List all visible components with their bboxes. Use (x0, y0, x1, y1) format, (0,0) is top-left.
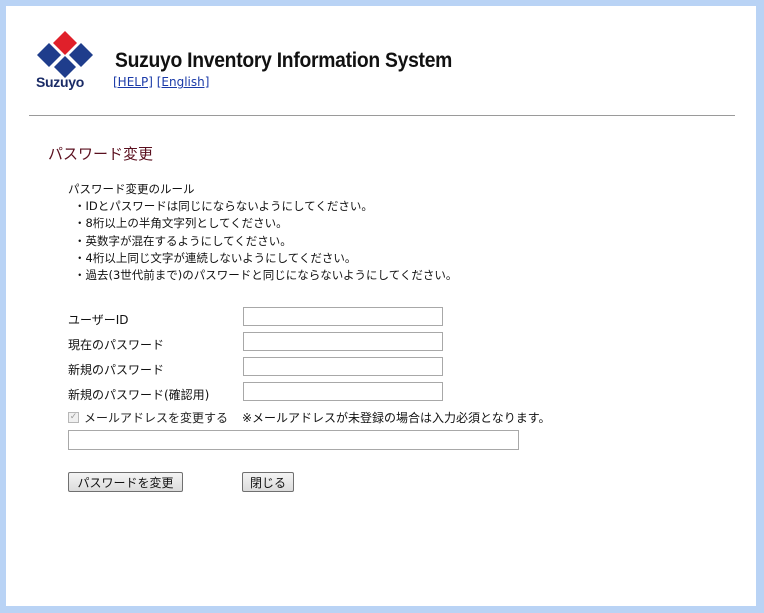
new-password-input[interactable] (243, 357, 443, 376)
current-password-input[interactable] (243, 332, 443, 351)
header-divider (29, 115, 735, 116)
change-email-checkbox[interactable]: ✓ (68, 412, 79, 423)
email-note: ※メールアドレスが未登録の場合は入力必須となります。 (242, 411, 551, 425)
help-link[interactable]: [HELP] (113, 75, 153, 89)
brand-name: Suzuyo (36, 74, 84, 90)
password-rules: パスワード変更のルール ・IDとパスワードは同じにならないようにしてください。 … (68, 181, 457, 284)
rule-item: ・IDとパスワードは同じにならないようにしてください。 (74, 199, 373, 214)
app-title: Suzuyo Inventory Information System (115, 49, 453, 72)
header-links: [HELP] [English] (113, 75, 209, 89)
rule-item: ・英数字が混在するようにしてください。 (74, 233, 292, 248)
current-password-label: 現在のパスワード (68, 338, 165, 352)
confirm-password-input[interactable] (243, 382, 443, 401)
email-input[interactable] (68, 430, 519, 450)
close-button[interactable]: 閉じる (242, 472, 294, 492)
page-frame: Suzuyo Suzuyo Inventory Information Syst… (6, 6, 756, 606)
rules-heading: パスワード変更のルール (68, 182, 195, 196)
rule-item: ・4桁以上同じ文字が連続しないようにしてください。 (74, 250, 357, 265)
rule-item: ・8桁以上の半角文字列としてください。 (74, 216, 288, 231)
new-password-label: 新規のパスワード (68, 363, 165, 377)
page-title: パスワード変更 (48, 145, 154, 163)
confirm-password-label: 新規のパスワード(確認用) (68, 388, 210, 402)
user-id-label: ユーザーID (68, 313, 129, 327)
suzuyo-logo-icon (37, 31, 93, 78)
change-password-button[interactable]: パスワードを変更 (68, 472, 183, 492)
rule-item: ・過去(3世代前まで)のパスワードと同じにならないようにしてください。 (74, 268, 458, 283)
change-email-option[interactable]: ✓ メールアドレスを変更する (68, 409, 228, 426)
english-link[interactable]: [English] (157, 75, 210, 89)
user-id-input[interactable] (243, 307, 443, 326)
change-email-label: メールアドレスを変更する (84, 411, 229, 425)
